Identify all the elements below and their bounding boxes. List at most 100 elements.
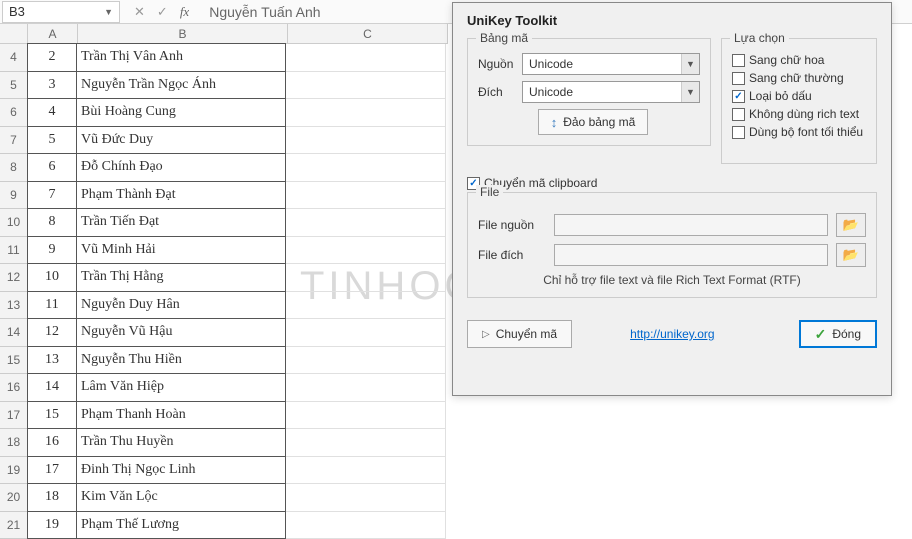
remove-marks-checkbox[interactable] [732, 90, 745, 103]
file-dest-input[interactable] [554, 244, 828, 266]
cell[interactable] [286, 402, 446, 430]
cell[interactable] [286, 319, 446, 347]
cell[interactable]: Lâm Văn Hiệp [76, 373, 286, 402]
col-header-a[interactable]: A [28, 24, 78, 44]
source-encoding-select[interactable]: Unicode ▼ [522, 53, 700, 75]
cell[interactable]: Nguyễn Duy Hân [76, 291, 286, 320]
cell[interactable]: 4 [27, 98, 77, 127]
row-header[interactable]: 9 [0, 182, 28, 210]
cell[interactable] [286, 209, 446, 237]
cell[interactable]: 18 [27, 483, 77, 512]
dest-label: Đích [478, 85, 522, 99]
row-header[interactable]: 16 [0, 374, 28, 402]
convert-button[interactable]: ▷ Chuyển mã [467, 320, 572, 348]
cell[interactable]: Vũ Minh Hải [76, 236, 286, 265]
cell[interactable] [286, 292, 446, 320]
cell[interactable]: 8 [27, 208, 77, 237]
row-header[interactable]: 10 [0, 209, 28, 237]
row-header[interactable]: 11 [0, 237, 28, 265]
cell[interactable]: 6 [27, 153, 77, 182]
table-row: 3Nguyễn Trần Ngọc Ánh [28, 72, 446, 100]
file-dest-browse[interactable]: 📂 [836, 243, 866, 267]
cell[interactable] [286, 484, 446, 512]
file-source-browse[interactable]: 📂 [836, 213, 866, 237]
cell[interactable] [286, 99, 446, 127]
close-button[interactable]: ✓ Đóng [799, 320, 877, 348]
row-header[interactable]: 18 [0, 429, 28, 457]
cell[interactable]: 10 [27, 263, 77, 292]
cell[interactable]: Trần Thị Hằng [76, 263, 286, 292]
cell[interactable]: 13 [27, 346, 77, 375]
row-header[interactable]: 8 [0, 154, 28, 182]
file-group: File File nguồn 📂 File đích 📂 Chỉ hỗ trợ… [467, 192, 877, 298]
cell[interactable]: Đinh Thị Ngọc Linh [76, 456, 286, 485]
cell[interactable]: 7 [27, 181, 77, 210]
cell[interactable]: Phạm Thế Lương [76, 511, 286, 539]
row-header[interactable]: 7 [0, 127, 28, 155]
cell[interactable]: Phạm Thành Đạt [76, 181, 286, 210]
cell[interactable] [286, 457, 446, 485]
swap-encoding-button[interactable]: ↕ Đảo bảng mã [538, 109, 648, 135]
cell[interactable]: 17 [27, 456, 77, 485]
cell[interactable]: 2 [27, 43, 77, 72]
cell[interactable]: 11 [27, 291, 77, 320]
row-header[interactable]: 13 [0, 292, 28, 320]
table-row: 11Nguyễn Duy Hân [28, 292, 446, 320]
row-header[interactable]: 19 [0, 457, 28, 485]
cell[interactable]: Nguyễn Trần Ngọc Ánh [76, 71, 286, 100]
cell[interactable] [286, 374, 446, 402]
cell[interactable]: Vũ Đức Duy [76, 126, 286, 155]
cell[interactable] [286, 72, 446, 100]
cell[interactable] [286, 347, 446, 375]
lowercase-checkbox[interactable] [732, 72, 745, 85]
row-header[interactable]: 17 [0, 402, 28, 430]
cell[interactable]: 14 [27, 373, 77, 402]
no-richtext-checkbox[interactable] [732, 108, 745, 121]
cell[interactable]: 19 [27, 511, 77, 539]
row-header[interactable]: 5 [0, 72, 28, 100]
cell[interactable] [286, 237, 446, 265]
cell[interactable]: Bùi Hoàng Cung [76, 98, 286, 127]
cancel-icon[interactable]: ✕ [134, 4, 145, 20]
cell[interactable]: Đỗ Chính Đạo [76, 153, 286, 182]
file-source-input[interactable] [554, 214, 828, 236]
cell[interactable]: 5 [27, 126, 77, 155]
name-box[interactable]: B3 ▼ [2, 1, 120, 23]
row-header[interactable]: 14 [0, 319, 28, 347]
confirm-icon[interactable]: ✓ [157, 4, 168, 20]
cell[interactable] [286, 127, 446, 155]
row-header[interactable]: 12 [0, 264, 28, 292]
cell[interactable] [286, 182, 446, 210]
cell[interactable] [286, 154, 446, 182]
cell[interactable]: Trần Thị Vân Anh [76, 43, 286, 72]
cell[interactable] [286, 429, 446, 457]
cell[interactable]: 3 [27, 71, 77, 100]
formula-content[interactable]: Nguyễn Tuấn Anh [203, 4, 320, 20]
cell[interactable]: Trần Thu Huyền [76, 428, 286, 457]
cell[interactable]: Kim Văn Lộc [76, 483, 286, 512]
uppercase-checkbox[interactable] [732, 54, 745, 67]
cell[interactable]: Nguyễn Thu Hiền [76, 346, 286, 375]
col-header-b[interactable]: B [78, 24, 288, 44]
cell[interactable]: 15 [27, 401, 77, 430]
cell[interactable]: 16 [27, 428, 77, 457]
cell[interactable]: 9 [27, 236, 77, 265]
cell[interactable]: Trần Tiến Đạt [76, 208, 286, 237]
row-header[interactable]: 4 [0, 44, 28, 72]
cell[interactable]: 12 [27, 318, 77, 347]
row-header[interactable]: 20 [0, 484, 28, 512]
dest-encoding-select[interactable]: Unicode ▼ [522, 81, 700, 103]
file-legend: File [476, 185, 503, 199]
row-header[interactable]: 6 [0, 99, 28, 127]
cell[interactable] [286, 264, 446, 292]
fx-icon[interactable]: fx [180, 4, 189, 20]
table-row: 10Trần Thị Hằng [28, 264, 446, 292]
minfont-checkbox[interactable] [732, 126, 745, 139]
cell[interactable] [286, 44, 446, 72]
cell[interactable]: Nguyễn Vũ Hậu [76, 318, 286, 347]
cell[interactable]: Phạm Thanh Hoàn [76, 401, 286, 430]
row-header[interactable]: 15 [0, 347, 28, 375]
col-header-c[interactable]: C [288, 24, 448, 44]
unikey-link[interactable]: http://unikey.org [630, 327, 715, 341]
select-all-corner[interactable] [0, 24, 28, 44]
